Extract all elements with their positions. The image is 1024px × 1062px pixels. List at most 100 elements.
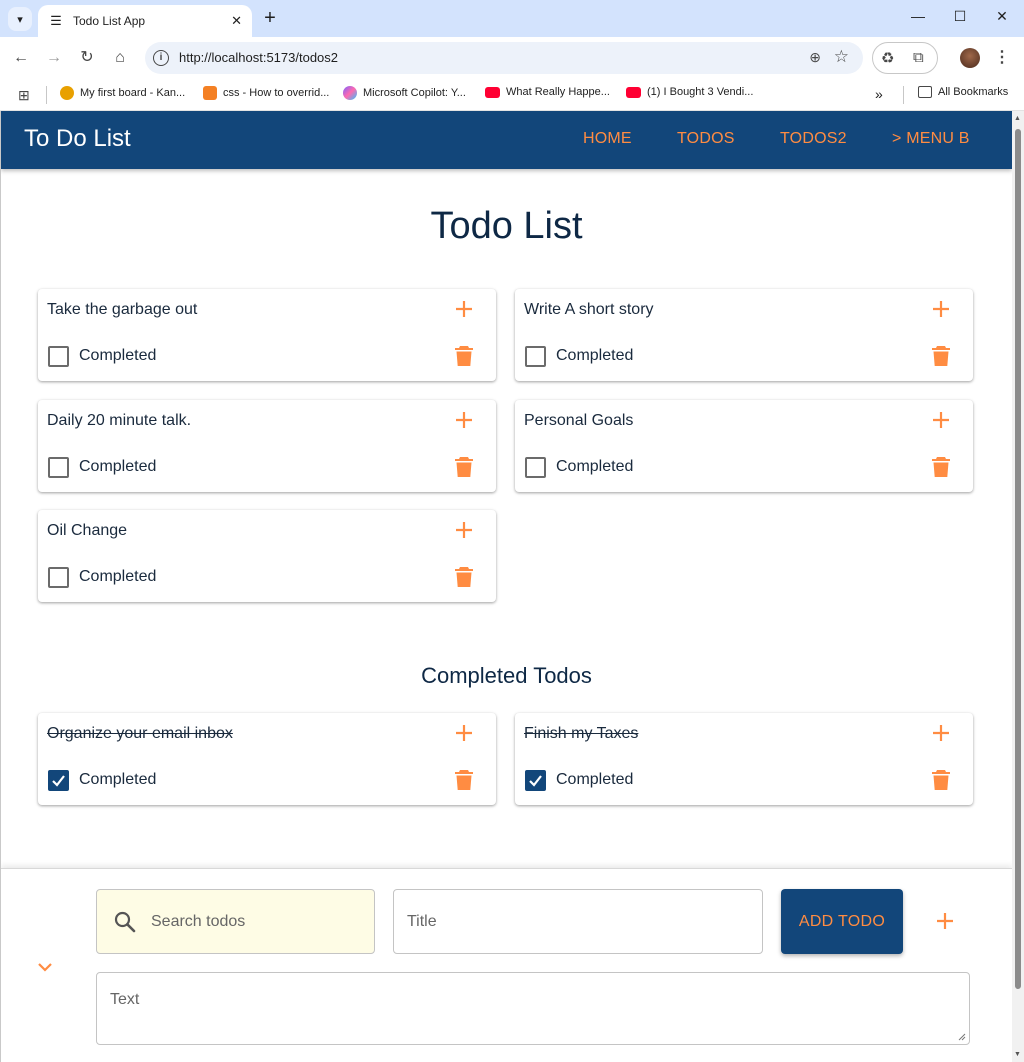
plus-icon[interactable] <box>935 911 955 931</box>
todo-title: Write A short story <box>524 301 654 318</box>
youtube-icon <box>626 86 641 98</box>
scroll-up-icon[interactable]: ▲ <box>1014 115 1021 122</box>
apps-grid-icon[interactable]: ⊞ <box>18 87 30 104</box>
completed-checkbox[interactable] <box>48 567 69 588</box>
nav-link-todos[interactable]: TODOS <box>677 130 735 148</box>
plus-icon[interactable] <box>931 723 951 743</box>
recycle-extension-icon[interactable]: ♻ <box>881 49 894 67</box>
bookmark-label: What Really Happe... <box>506 86 610 98</box>
trash-icon[interactable] <box>932 769 950 791</box>
bookmark-item[interactable]: My first board - Kan... <box>60 86 185 100</box>
bookmark-item[interactable]: Microsoft Copilot: Y... <box>343 86 466 100</box>
todo-title: Organize your email inbox <box>47 725 233 742</box>
url-text[interactable]: http://localhost:5173/todos2 <box>179 50 338 65</box>
bookmark-item[interactable]: css - How to overrid... <box>203 86 329 100</box>
search-field[interactable] <box>96 889 375 954</box>
all-bookmarks-folder[interactable]: All Bookmarks <box>918 86 1008 98</box>
puzzle-extensions-icon[interactable]: ⧉ <box>913 49 924 66</box>
completed-label: Completed <box>79 568 157 585</box>
app-brand[interactable]: To Do List <box>24 125 131 153</box>
plus-icon[interactable] <box>454 723 474 743</box>
title-field[interactable] <box>393 889 763 954</box>
completed-label: Completed <box>79 347 157 364</box>
scroll-down-icon[interactable]: ▼ <box>1014 1051 1021 1058</box>
trash-icon[interactable] <box>455 769 473 791</box>
chevron-down-icon[interactable] <box>37 961 53 973</box>
bookmark-item[interactable]: (1) I Bought 3 Vendi... <box>626 86 753 98</box>
checkmark-icon <box>52 775 65 787</box>
bookmarks-bar: ⊞ My first board - Kan... css - How to o… <box>0 79 1024 111</box>
plus-icon[interactable] <box>454 520 474 540</box>
browser-toolbar: ← → ↻ ⌂ i http://localhost:5173/todos2 ⊕… <box>0 37 1024 79</box>
completed-checkbox[interactable] <box>48 346 69 367</box>
new-tab-icon[interactable]: + <box>259 8 281 30</box>
completed-checkbox[interactable] <box>525 770 546 791</box>
bookmark-label: css - How to overrid... <box>223 87 330 99</box>
trash-icon[interactable] <box>932 345 950 367</box>
todo-card: Daily 20 minute talk. Completed <box>38 400 496 492</box>
trash-icon[interactable] <box>932 456 950 478</box>
plus-icon[interactable] <box>931 410 951 430</box>
title-input[interactable] <box>407 908 747 936</box>
page-scrollbar[interactable]: ▲ ▼ <box>1012 111 1024 1062</box>
completed-todo-card: Finish my Taxes Completed <box>515 713 973 805</box>
text-input[interactable] <box>110 991 950 1031</box>
youtube-icon <box>485 86 500 98</box>
nav-link-menu-b[interactable]: > MENU B <box>892 130 970 148</box>
bookmark-label: My first board - Kan... <box>80 87 186 99</box>
todo-title: Personal Goals <box>524 412 634 429</box>
home-icon[interactable]: ⌂ <box>110 48 130 68</box>
add-todo-button[interactable]: ADD TODO <box>781 889 903 954</box>
bookmark-item[interactable]: What Really Happe... <box>485 86 610 98</box>
search-input[interactable] <box>151 908 361 936</box>
browser-menu-icon[interactable]: ⋮ <box>994 47 1010 67</box>
reload-icon[interactable]: ↻ <box>77 48 97 68</box>
site-info-icon[interactable]: i <box>153 50 169 66</box>
profile-avatar[interactable] <box>960 48 980 68</box>
minimize-icon[interactable]: — <box>908 8 928 28</box>
bookmark-label: Microsoft Copilot: Y... <box>363 87 466 99</box>
completed-label: Completed <box>556 458 634 475</box>
plus-icon[interactable] <box>454 299 474 319</box>
completed-label: Completed <box>79 458 157 475</box>
address-bar[interactable]: i http://localhost:5173/todos2 ⊕ ☆ <box>145 42 863 74</box>
completed-label: Completed <box>556 347 634 364</box>
bookmark-favicon-icon <box>203 86 217 100</box>
folder-icon <box>918 86 932 98</box>
nav-link-todos2[interactable]: TODOS2 <box>780 130 847 148</box>
completed-checkbox[interactable] <box>48 457 69 478</box>
scrollbar-thumb[interactable] <box>1015 129 1021 989</box>
forward-icon[interactable]: → <box>44 48 64 68</box>
completed-label: Completed <box>556 771 634 788</box>
checkmark-icon <box>529 775 542 787</box>
tab-search-icon[interactable]: ▾ <box>8 7 32 31</box>
checklist-icon: ☰ <box>50 13 62 28</box>
more-bookmarks-icon[interactable]: » <box>875 86 883 102</box>
completed-checkbox[interactable] <box>525 457 546 478</box>
resize-handle-icon[interactable] <box>958 1033 966 1041</box>
text-field[interactable] <box>96 972 970 1045</box>
completed-checkbox[interactable] <box>525 346 546 367</box>
close-window-icon[interactable]: ✕ <box>992 8 1012 28</box>
back-icon[interactable]: ← <box>11 48 31 68</box>
trash-icon[interactable] <box>455 566 473 588</box>
browser-tab-strip: ▾ ☰ Todo List App ✕ + — ☐ ✕ <box>0 0 1024 37</box>
plus-icon[interactable] <box>454 410 474 430</box>
trash-icon[interactable] <box>455 456 473 478</box>
bookmark-star-icon[interactable]: ☆ <box>834 47 849 67</box>
add-todo-panel: ADD TODO <box>1 868 1012 1062</box>
plus-icon[interactable] <box>931 299 951 319</box>
zoom-icon[interactable]: ⊕ <box>809 49 821 66</box>
close-tab-icon[interactable]: ✕ <box>231 13 242 29</box>
todo-card: Oil Change Completed <box>38 510 496 602</box>
nav-link-home[interactable]: HOME <box>583 130 632 148</box>
bookmarks-divider <box>903 86 904 104</box>
trash-icon[interactable] <box>455 345 473 367</box>
todo-card: Write A short story Completed <box>515 289 973 381</box>
completed-checkbox[interactable] <box>48 770 69 791</box>
bookmark-label: (1) I Bought 3 Vendi... <box>647 86 754 98</box>
maximize-icon[interactable]: ☐ <box>950 8 970 28</box>
page-viewport: To Do List HOME TODOS TODOS2 > MENU B To… <box>0 111 1012 1062</box>
browser-tab[interactable]: ☰ Todo List App ✕ <box>38 5 252 37</box>
bookmark-favicon-icon <box>60 86 74 100</box>
